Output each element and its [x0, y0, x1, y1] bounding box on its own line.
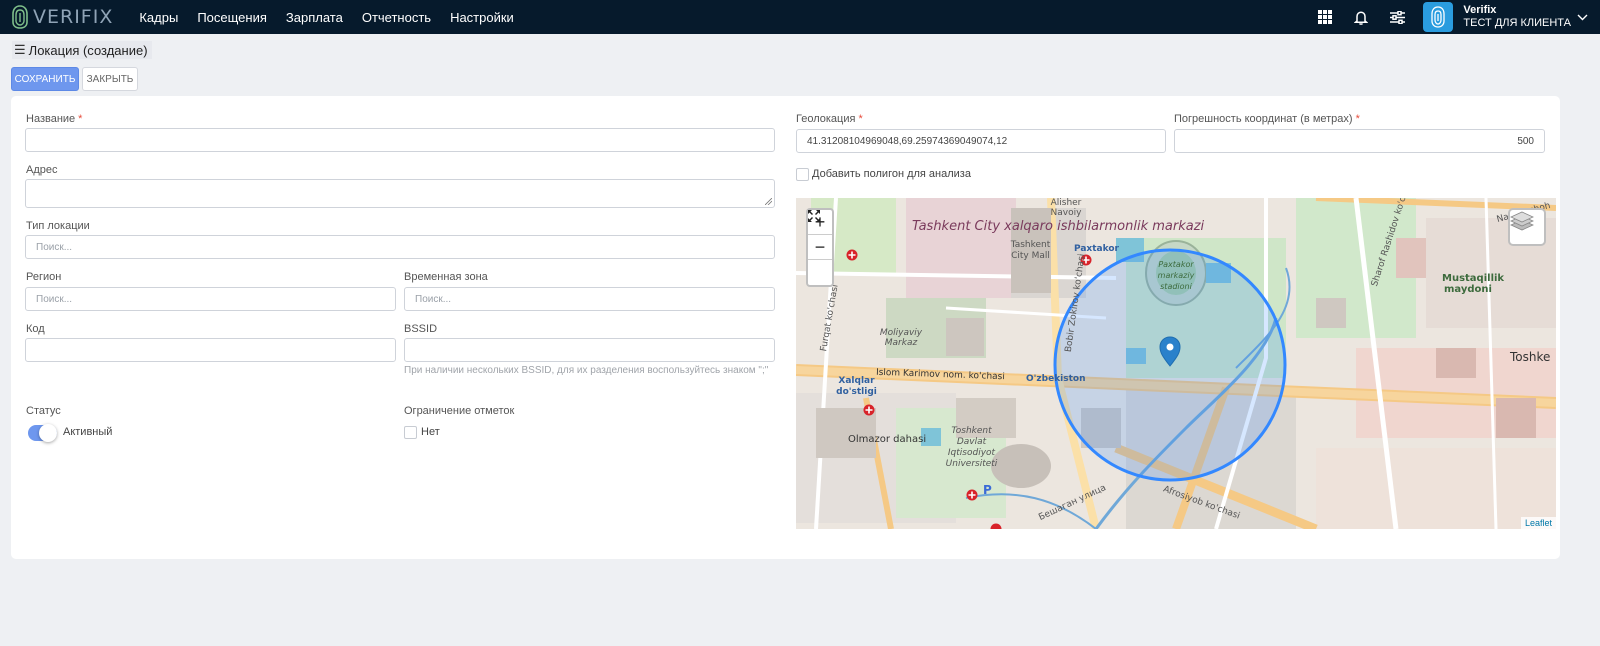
fingerprint-logo-icon	[12, 5, 28, 29]
geolocation-input[interactable]: 41.31208104969048,69.25974369049074,12	[796, 129, 1166, 153]
zoom-control: + −	[806, 208, 834, 287]
code-input[interactable]	[25, 338, 396, 362]
map-label-paxtakor: Paxtakor	[1074, 244, 1119, 254]
nav-item-settings[interactable]: Настройки	[450, 10, 514, 25]
fingerprint-avatar-icon	[1431, 6, 1446, 28]
polygon-checkbox[interactable]	[796, 168, 809, 181]
close-button[interactable]: ЗАКРЫТЬ	[82, 67, 138, 91]
name-label-text: Название	[26, 113, 76, 125]
user-info[interactable]: Verifix ТЕСТ ДЛЯ КЛИЕНТА	[1463, 4, 1571, 30]
status-label: Статус	[26, 405, 61, 417]
map-tiles: P	[796, 198, 1556, 529]
main-nav: Кадры Посещения Зарплата Отчетность Наст…	[139, 10, 532, 25]
timezone-label: Временная зона	[404, 271, 488, 283]
avatar[interactable]	[1423, 2, 1454, 32]
svg-text:P: P	[983, 483, 992, 497]
timezone-select[interactable]: Поиск...	[404, 287, 775, 311]
page-title-bar: ☰ Локация (создание)	[12, 41, 152, 59]
save-button[interactable]: СОХРАНИТЬ	[11, 67, 79, 91]
nav-item-staff[interactable]: Кадры	[139, 10, 178, 25]
geolocation-label-text: Геолокация	[796, 113, 856, 125]
form-actions: СОХРАНИТЬ ЗАКРЫТЬ	[11, 67, 138, 91]
nav-item-reports[interactable]: Отчетность	[362, 10, 431, 25]
required-mark: *	[78, 113, 83, 125]
chevron-down-icon[interactable]	[1577, 14, 1588, 21]
resize-handle-icon[interactable]	[765, 198, 772, 205]
limit-value: Нет	[421, 426, 440, 438]
location-type-select[interactable]: Поиск...	[25, 235, 775, 259]
polygon-label: Добавить полигон для анализа	[812, 168, 971, 180]
logo-text: VERIFIX	[33, 6, 114, 28]
map-label-toshkent: Toshke	[1510, 350, 1551, 364]
status-value: Активный	[63, 426, 113, 438]
status-toggle[interactable]	[28, 424, 57, 442]
accuracy-label-text: Погрешность координат (в метрах)	[1174, 113, 1353, 125]
map-label-center: Tashkent City xalqaro ishbilarmonlik mar…	[912, 219, 1204, 234]
bssid-label: BSSID	[404, 323, 438, 335]
layers-icon	[1510, 211, 1534, 231]
region-label: Регион	[26, 271, 62, 283]
required-mark: *	[1355, 113, 1360, 125]
limit-label: Ограничение отметок	[404, 405, 515, 417]
sliders-icon[interactable]	[1387, 7, 1407, 27]
map-label-mall: Tashkent City Mall	[1010, 240, 1051, 261]
map-label-stadium: Paxtakor markaziy stadioni	[1157, 260, 1195, 291]
map-view[interactable]: P Tashkent City xalqaro ishbilarmonlik m…	[796, 198, 1556, 529]
required-mark: *	[858, 113, 863, 125]
map-label-xalqlar: Xalqlar do'stligi	[836, 376, 877, 397]
bssid-input[interactable]	[404, 338, 775, 362]
logo[interactable]: VERIFIX	[11, 0, 113, 34]
location-form-card: Название * Адрес Тип локации Поиск... Рег…	[11, 96, 1560, 559]
page-title: Локация (создание)	[28, 42, 148, 58]
region-select[interactable]: Поиск...	[25, 287, 396, 311]
map-label-navoiy: Alisher Navoiy	[1050, 198, 1082, 218]
map-attribution-link[interactable]: Leaflet	[1520, 517, 1556, 529]
map-label-moliyaviy: Moliyaviy Markaz	[879, 328, 923, 348]
bssid-hint: При наличии нескольких BSSID, для их раз…	[404, 365, 769, 376]
address-textarea[interactable]	[25, 179, 775, 208]
toggle-knob	[39, 424, 57, 442]
zoom-out-button[interactable]: −	[808, 235, 832, 260]
fullscreen-icon	[808, 210, 820, 222]
nav-item-salary[interactable]: Зарплата	[286, 10, 343, 25]
grid-icon[interactable]	[1315, 7, 1335, 27]
code-label: Код	[26, 323, 45, 335]
accuracy-input[interactable]: 500	[1174, 129, 1545, 153]
address-label: Адрес	[26, 164, 58, 176]
name-label: Название *	[26, 113, 82, 125]
location-type-label: Тип локации	[26, 220, 90, 232]
name-input[interactable]	[25, 128, 775, 152]
header-right: Verifix ТЕСТ ДЛЯ КЛИЕНТА	[1315, 0, 1600, 34]
layers-button[interactable]	[1508, 208, 1546, 246]
fullscreen-button[interactable]	[808, 210, 832, 285]
bell-icon[interactable]	[1351, 7, 1371, 27]
top-navigation-bar: VERIFIX Кадры Посещения Зарплата Отчетно…	[0, 0, 1600, 34]
geolocation-label: Геолокация *	[796, 113, 863, 125]
nav-item-attendance[interactable]: Посещения	[197, 10, 267, 25]
hamburger-menu-icon[interactable]: ☰	[14, 42, 26, 58]
limit-checkbox[interactable]	[404, 426, 417, 439]
user-name: Verifix	[1463, 4, 1497, 16]
accuracy-label: Погрешность координат (в метрах) *	[1174, 113, 1360, 125]
map-label-mustaqillik: Mustaqillik maydoni	[1442, 273, 1505, 295]
map-label-olmazor: Olmazor dahasi	[848, 434, 927, 445]
user-organization: ТЕСТ ДЛЯ КЛИЕНТА	[1463, 17, 1571, 29]
map-label-university: Toshkent Davlat Iqtisodiyot Universiteti	[945, 426, 998, 469]
map-label-ozbekiston: O'zbekiston	[1026, 374, 1086, 384]
